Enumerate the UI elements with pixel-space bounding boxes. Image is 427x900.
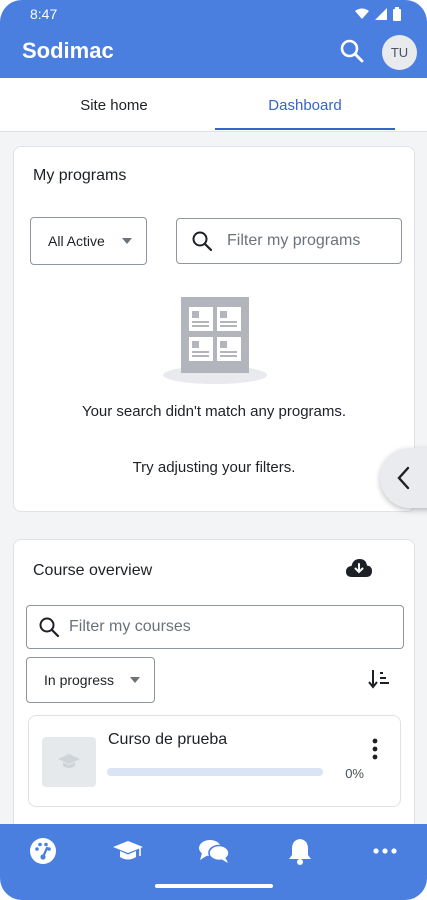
courses-status-value: In progress [44, 672, 115, 688]
nav-dashboard[interactable] [25, 836, 61, 866]
user-avatar[interactable]: TU [382, 35, 417, 70]
my-programs-card: My programs All Active Your search didn'… [13, 146, 415, 512]
tab-dashboard[interactable]: Dashboard [215, 78, 395, 132]
graduation-cap-icon [58, 754, 80, 768]
active-tab-indicator [215, 128, 395, 130]
course-card[interactable]: Curso de prueba 0% [28, 715, 401, 807]
courses-status-select[interactable]: In progress [26, 657, 155, 703]
courses-icon [113, 841, 143, 860]
messages-icon [199, 840, 230, 863]
sort-button[interactable] [368, 668, 390, 690]
dashboard-icon [30, 838, 56, 864]
chevron-down-icon [130, 677, 140, 683]
status-bar: 8:47 [0, 0, 427, 28]
bottom-navigation [0, 824, 427, 900]
nav-messages[interactable] [196, 836, 232, 866]
courses-filter [26, 605, 404, 649]
nav-my-courses[interactable] [110, 836, 146, 866]
course-menu-button[interactable] [372, 738, 378, 760]
tab-site-home[interactable]: Site home [13, 78, 215, 132]
course-overview-card: Course overview In progress [13, 539, 415, 839]
course-progress-label: 0% [345, 766, 364, 781]
programs-empty-hint: Try adjusting your filters. [132, 459, 296, 476]
tab-site-home-label: Site home [80, 96, 148, 114]
programs-status-select[interactable]: All Active [30, 217, 147, 265]
course-name[interactable]: Curso de prueba [108, 731, 227, 749]
app-title: Sodimac [22, 38, 114, 63]
programs-status-value: All Active [48, 233, 105, 249]
chevron-down-icon [122, 238, 132, 244]
nav-notifications[interactable] [282, 836, 318, 866]
cloud-download-icon [346, 559, 372, 577]
search-icon [192, 231, 213, 252]
sort-icon [368, 670, 389, 689]
tab-bar: Site home Dashboard [0, 78, 427, 132]
courses-search-input[interactable] [69, 618, 403, 636]
course-image [42, 737, 96, 787]
status-time: 8:47 [30, 6, 58, 22]
course-progress-bar [107, 768, 323, 776]
chevron-left-icon [397, 466, 410, 490]
notifications-icon [289, 839, 311, 865]
battery-icon [393, 7, 401, 21]
programs-search-input[interactable] [227, 232, 401, 250]
more-vertical-icon [372, 738, 378, 760]
empty-programs-illustration [163, 297, 267, 384]
course-overview-title: Course overview [33, 562, 153, 579]
more-icon [373, 848, 397, 854]
download-button[interactable] [346, 558, 372, 580]
app-header: 8:47 Sodimac TU [0, 0, 427, 78]
search-icon [340, 39, 364, 63]
gesture-home-bar [155, 884, 273, 888]
signal-icon [375, 8, 387, 20]
search-icon [39, 617, 60, 638]
app-screen: 8:47 Sodimac TU Site home Dashboard My p… [0, 0, 427, 900]
wifi-icon [355, 8, 369, 19]
header-search-button[interactable] [339, 38, 365, 64]
programs-empty-message: Your search didn't match any programs. [81, 403, 347, 420]
status-icons [355, 7, 401, 21]
programs-filter [176, 218, 402, 264]
nav-more[interactable] [367, 836, 403, 866]
my-programs-title: My programs [33, 167, 127, 184]
tab-dashboard-label: Dashboard [268, 96, 342, 114]
